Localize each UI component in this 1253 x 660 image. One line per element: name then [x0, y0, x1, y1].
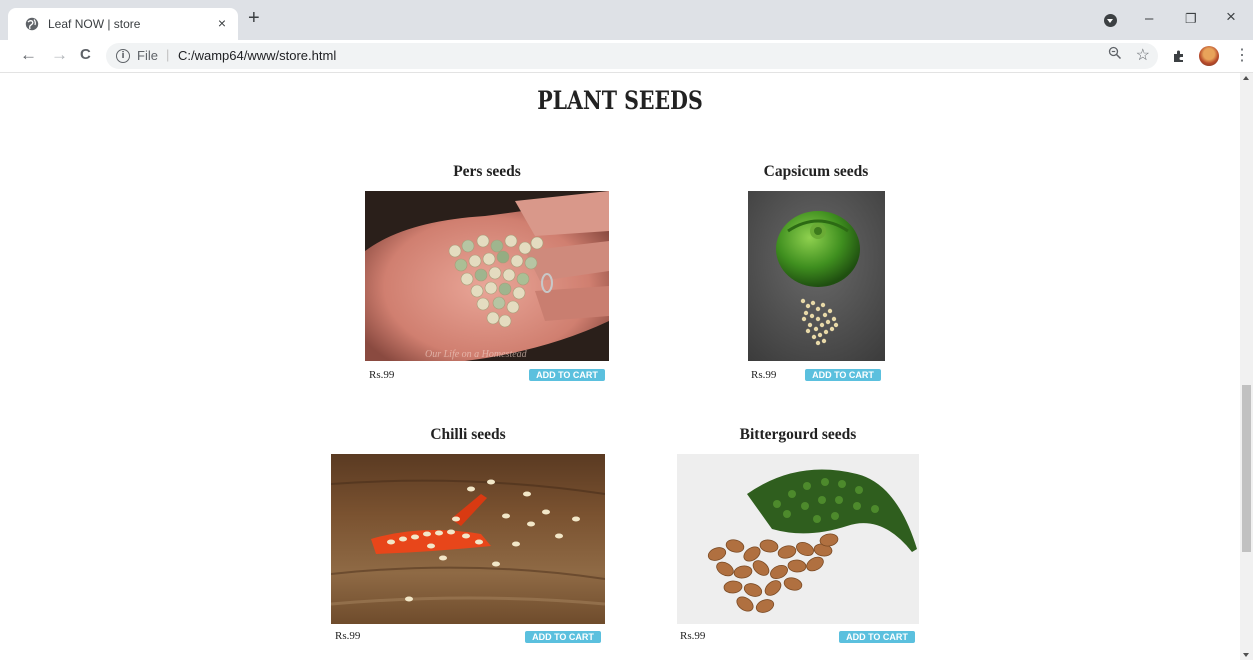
browser-tab[interactable]: Leaf NOW | store × — [8, 8, 238, 40]
page-content: PLANT SEEDS Pers seeds Our Life on a Hom… — [0, 73, 1240, 660]
product-price: Rs.99 — [751, 369, 777, 381]
product-price: Rs.99 — [680, 630, 706, 642]
info-icon[interactable]: i — [116, 49, 130, 63]
zoom-icon[interactable] — [1108, 46, 1122, 60]
forward-button[interactable]: → — [51, 45, 68, 65]
svg-text:Our Life on a Homestead: Our Life on a Homestead — [425, 349, 528, 360]
profile-menu-icon[interactable] — [1104, 14, 1117, 27]
extensions-icon[interactable] — [1172, 49, 1186, 63]
product-price: Rs.99 — [335, 630, 361, 642]
product-title: Bittergourd seeds — [739, 426, 857, 443]
tab-strip: Leaf NOW | store × + – ❐ × — [0, 0, 1253, 40]
address-url[interactable]: C:/wamp64/www/store.html — [178, 48, 336, 63]
address-scheme: File — [137, 48, 158, 63]
browser-toolbar: ← → C i File | C:/wamp64/www/store.html … — [0, 40, 1253, 73]
add-to-cart-button[interactable]: ADD TO CART — [525, 631, 601, 643]
address-bar[interactable]: i File | C:/wamp64/www/store.html ☆ — [106, 43, 1158, 69]
tab-title: Leaf NOW | store — [48, 17, 141, 31]
product-image-peas: Our Life on a Homestead — [365, 191, 609, 361]
add-to-cart-button[interactable]: ADD TO CART — [529, 369, 605, 381]
back-button[interactable]: ← — [20, 45, 37, 65]
reload-button[interactable]: C — [80, 45, 91, 65]
product-image-chilli — [331, 454, 605, 624]
globe-icon — [25, 17, 39, 31]
scroll-up-icon[interactable] — [1243, 76, 1249, 80]
add-to-cart-button[interactable]: ADD TO CART — [805, 369, 881, 381]
scrollbar-thumb[interactable] — [1242, 385, 1251, 552]
vertical-scrollbar[interactable] — [1240, 73, 1253, 660]
product-image-capsicum — [748, 191, 885, 361]
tab-close-icon[interactable]: × — [218, 15, 226, 31]
new-tab-button[interactable]: + — [248, 7, 260, 29]
menu-icon[interactable]: ⋮ — [1234, 45, 1250, 65]
page-title: PLANT SEEDS — [537, 86, 703, 115]
product-title: Capsicum seeds — [763, 163, 869, 180]
star-icon[interactable]: ☆ — [1136, 45, 1150, 65]
close-window-button[interactable]: × — [1226, 8, 1236, 26]
product-title: Pers seeds — [453, 163, 521, 180]
add-to-cart-button[interactable]: ADD TO CART — [839, 631, 915, 643]
product-price: Rs.99 — [369, 369, 395, 381]
address-separator: | — [166, 47, 170, 62]
maximize-button[interactable]: ❐ — [1185, 10, 1197, 28]
avatar[interactable] — [1199, 46, 1219, 66]
minimize-button[interactable]: – — [1145, 10, 1153, 28]
product-title: Chilli seeds — [430, 426, 506, 443]
scroll-down-icon[interactable] — [1243, 653, 1249, 657]
product-image-bittergourd — [677, 454, 919, 624]
